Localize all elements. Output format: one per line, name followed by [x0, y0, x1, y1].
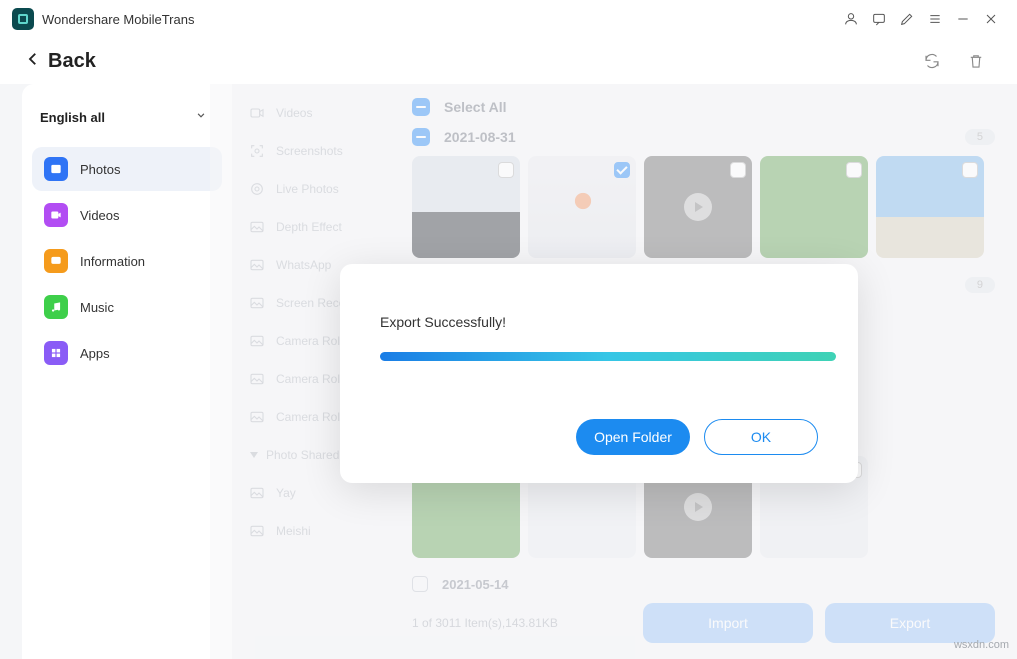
sidebar-item-label: Music	[80, 300, 114, 315]
group-date: 2021-08-31	[444, 129, 516, 145]
play-icon	[684, 193, 712, 221]
group-count: 5	[965, 129, 995, 145]
subcat-label: Live Photos	[276, 182, 339, 196]
thumb-checkbox[interactable]	[846, 162, 862, 178]
app-title: Wondershare MobileTrans	[42, 12, 194, 27]
subcat-item[interactable]: Videos	[232, 94, 402, 132]
group-checkbox[interactable]	[412, 128, 430, 146]
subcat-label: Camera Roll	[276, 372, 343, 386]
picture-icon	[248, 522, 266, 540]
video-icon	[44, 203, 68, 227]
menu-icon[interactable]	[921, 5, 949, 33]
subcat-label: WhatsApp	[276, 258, 331, 272]
date-group-header: 2021-08-31 5	[412, 124, 995, 150]
photo-thumbnail[interactable]	[876, 156, 984, 258]
select-all-row: Select All	[412, 94, 995, 120]
close-button[interactable]	[977, 5, 1005, 33]
group-date-2: 2021-05-14	[442, 577, 509, 592]
subcat-label: Depth Effect	[276, 220, 342, 234]
thumb-checkbox[interactable]	[730, 162, 746, 178]
subcat-label: Screenshots	[276, 144, 343, 158]
picture-icon	[248, 256, 266, 274]
app-logo	[12, 8, 34, 30]
triangle-down-icon	[250, 452, 258, 458]
sidebar-item-label: Apps	[80, 346, 110, 361]
chevron-left-icon	[24, 50, 42, 73]
subcat-item[interactable]: Live Photos	[232, 170, 402, 208]
subcat-item[interactable]: Meishi	[232, 512, 402, 550]
select-all-label: Select All	[444, 99, 507, 115]
sidebar-item-photos[interactable]: Photos	[32, 147, 222, 191]
chat-icon	[44, 249, 68, 273]
thumbnail-row	[412, 156, 995, 258]
subcat-label: Camera Roll	[276, 410, 343, 424]
edit-icon[interactable]	[893, 5, 921, 33]
subcat-label: Yay	[276, 486, 296, 500]
feedback-icon[interactable]	[865, 5, 893, 33]
export-button[interactable]: Export	[825, 603, 995, 643]
sidebar-item-music[interactable]: Music	[32, 285, 222, 329]
date-group-header-3: 2021-05-14	[412, 572, 995, 596]
back-label: Back	[48, 50, 96, 73]
picture-icon	[248, 294, 266, 312]
play-icon	[684, 493, 712, 521]
import-button[interactable]: Import	[643, 603, 813, 643]
titlebar: Wondershare MobileTrans	[0, 0, 1017, 38]
photo-thumbnail[interactable]	[760, 156, 868, 258]
photo-thumbnail[interactable]	[412, 156, 520, 258]
group-count-2: 9	[965, 277, 995, 293]
picture-icon	[248, 484, 266, 502]
subcat-label: Camera Roll	[276, 334, 343, 348]
grid-icon	[44, 341, 68, 365]
thumb-checkbox[interactable]	[498, 162, 514, 178]
dialog-title: Export Successfully!	[380, 314, 818, 330]
minimize-button[interactable]	[949, 5, 977, 33]
capture-icon	[248, 142, 266, 160]
progress-bar	[380, 352, 836, 361]
chevron-down-icon	[194, 108, 208, 127]
sidebar-item-label: Photos	[80, 162, 120, 177]
picture-icon	[248, 408, 266, 426]
video-icon	[248, 104, 266, 122]
content-footer: 1 of 3011 Item(s),143.81KB Import Export	[412, 603, 995, 643]
dialog-actions: Open Folder OK	[380, 419, 818, 455]
photo-shared-label: Photo Shared	[266, 448, 339, 462]
user-icon[interactable]	[837, 5, 865, 33]
sidebar-item-label: Information	[80, 254, 145, 269]
export-success-dialog: Export Successfully! Open Folder OK	[340, 264, 858, 483]
picture-icon	[248, 370, 266, 388]
video-thumbnail[interactable]	[644, 156, 752, 258]
subcat-item[interactable]: Depth Effect	[232, 208, 402, 246]
trash-icon[interactable]	[959, 44, 993, 78]
watermark: wsxdn.com	[954, 639, 1009, 651]
group-checkbox-2[interactable]	[412, 576, 428, 592]
sidebar-item-label: Videos	[80, 208, 120, 223]
language-label: English all	[40, 110, 105, 125]
image-icon	[44, 157, 68, 181]
photo-thumbnail[interactable]	[528, 156, 636, 258]
subcat-label: Meishi	[276, 524, 311, 538]
subcat-item[interactable]: Screenshots	[232, 132, 402, 170]
music-icon	[44, 295, 68, 319]
picture-icon	[248, 218, 266, 236]
sidebar-item-apps[interactable]: Apps	[32, 331, 222, 375]
thumb-checkbox[interactable]	[614, 162, 630, 178]
refresh-icon[interactable]	[915, 44, 949, 78]
language-selector[interactable]: English all	[22, 98, 232, 145]
sidebar: English all Photos Videos Information Music…	[22, 84, 232, 659]
picture-icon	[248, 332, 266, 350]
open-folder-button[interactable]: Open Folder	[576, 419, 690, 455]
sidebar-item-videos[interactable]: Videos	[32, 193, 222, 237]
subcat-label: Videos	[276, 106, 312, 120]
sidebar-item-information[interactable]: Information	[32, 239, 222, 283]
ok-button[interactable]: OK	[704, 419, 818, 455]
back-button[interactable]: Back	[24, 50, 96, 73]
thumb-checkbox[interactable]	[962, 162, 978, 178]
back-row: Back	[0, 38, 1017, 84]
select-all-checkbox[interactable]	[412, 98, 430, 116]
target-icon	[248, 180, 266, 198]
selection-stats: 1 of 3011 Item(s),143.81KB	[412, 616, 558, 630]
